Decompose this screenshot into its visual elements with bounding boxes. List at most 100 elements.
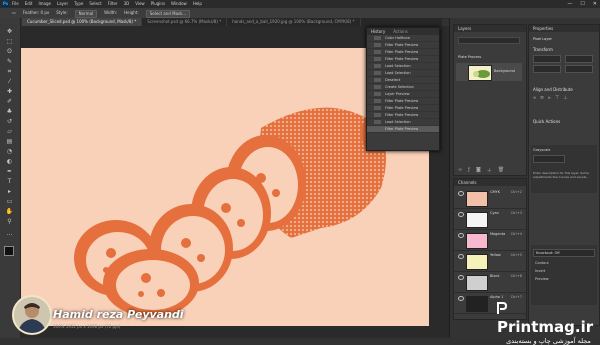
visibility-eye-icon[interactable] xyxy=(458,275,464,280)
marquee-tool-icon[interactable]: ▭ xyxy=(12,10,16,18)
height-field[interactable] xyxy=(565,55,593,63)
maximize-icon[interactable]: ☐ xyxy=(580,1,584,7)
fx-icon[interactable]: ƒ xyxy=(468,167,470,174)
channel-row[interactable]: Black Ctrl+6 xyxy=(454,272,526,293)
foreground-color-swatch[interactable] xyxy=(4,246,14,256)
align-center-icon[interactable]: ≡ xyxy=(540,95,544,101)
feather-field[interactable]: Feather: 0 px xyxy=(23,10,49,18)
y-field[interactable] xyxy=(565,65,593,73)
style-select[interactable]: Normal xyxy=(74,10,98,18)
healing-brush-icon[interactable]: ✚ xyxy=(5,88,14,95)
pen-tool-icon[interactable]: ✒ xyxy=(5,168,14,175)
section-align[interactable]: Align and Distribute xyxy=(533,87,573,92)
channel-row[interactable]: Magenta Ctrl+4 xyxy=(454,230,526,251)
menu-image[interactable]: Image xyxy=(38,1,51,7)
visibility-eye-icon[interactable] xyxy=(458,233,464,238)
history-state[interactable]: Create Selection xyxy=(367,84,439,91)
menu-filter[interactable]: Filter xyxy=(108,1,118,7)
toggle-invert[interactable]: Invert xyxy=(535,269,545,273)
history-state[interactable]: Filter Plate Preview xyxy=(367,98,439,105)
gradient-tool-icon[interactable]: ▤ xyxy=(5,138,14,145)
history-state[interactable]: Filter Plate Preview xyxy=(367,49,439,56)
channel-properties-box: Grayscale Enter description for this lay… xyxy=(531,145,597,193)
align-buttons: ⫷ ≡ ⫸ ⊤ ⊥ xyxy=(533,95,568,101)
x-field[interactable] xyxy=(533,65,561,73)
history-state[interactable]: Deselect xyxy=(367,77,439,84)
close-icon[interactable]: ✕ xyxy=(593,1,597,7)
history-state[interactable]: Filter Plate Preview xyxy=(367,42,439,49)
blur-tool-icon[interactable]: ◔ xyxy=(5,148,14,155)
layer-row[interactable]: Background xyxy=(456,63,522,81)
history-state[interactable]: Layer Preview xyxy=(367,91,439,98)
more-tools-icon[interactable]: … xyxy=(5,230,14,237)
history-state[interactable]: Filter Plate Preview xyxy=(367,112,439,119)
type-tool-icon[interactable]: T xyxy=(5,178,14,185)
menu-bar: Ps File Edit Image Layer Type Select Filter 3D V… xyxy=(0,0,600,8)
visibility-eye-icon[interactable] xyxy=(458,296,464,301)
toggle-contour[interactable]: Contour xyxy=(535,261,549,265)
channel-dropdown[interactable] xyxy=(533,155,565,163)
doc-type-label: Pixel Layer xyxy=(533,37,552,41)
history-state[interactable]: Load Selection xyxy=(367,63,439,70)
marquee-tool-icon[interactable]: ⬚ xyxy=(5,38,14,45)
link-icon[interactable]: ∞ xyxy=(458,167,462,174)
path-select-icon[interactable]: ▸ xyxy=(5,188,14,195)
shape-tool-icon[interactable]: ▭ xyxy=(5,198,14,205)
tab-cucumber[interactable]: Cucumber_Sliced.psd @ 100% (Background, … xyxy=(22,18,143,26)
section-transform[interactable]: Transform xyxy=(533,47,553,52)
crop-tool-icon[interactable]: ⌗ xyxy=(5,68,14,75)
menu-layer[interactable]: Layer xyxy=(57,1,68,7)
menu-plugins[interactable]: Plugins xyxy=(151,1,165,7)
channel-row[interactable]: CMYK Ctrl+2 xyxy=(454,188,526,209)
visibility-eye-icon[interactable] xyxy=(458,191,464,196)
layer-filter-bar[interactable] xyxy=(458,37,520,44)
channel-row[interactable]: Cyan Ctrl+3 xyxy=(454,209,526,230)
align-top-icon[interactable]: ⊤ xyxy=(555,95,559,101)
menu-window[interactable]: Window xyxy=(171,1,187,7)
history-state[interactable]: Load Selection xyxy=(367,119,439,126)
menu-help[interactable]: Help xyxy=(193,1,202,7)
visibility-eye-icon[interactable] xyxy=(458,254,464,259)
hand-tool-icon[interactable]: ✋ xyxy=(5,208,14,215)
menu-file[interactable]: File xyxy=(12,1,19,7)
select-and-mask-button[interactable]: Select and Mask... xyxy=(145,10,191,18)
eraser-tool-icon[interactable]: ▱ xyxy=(5,128,14,135)
history-state[interactable]: Color Halftone xyxy=(367,35,439,42)
knockout-select[interactable]: Knockout: Off xyxy=(533,249,595,257)
eyedropper-icon[interactable]: ⁄ xyxy=(5,78,14,85)
menu-3d[interactable]: 3D xyxy=(124,1,130,7)
mask-icon[interactable]: ◙ xyxy=(476,167,481,174)
quick-select-icon[interactable]: ✎ xyxy=(5,58,14,65)
visibility-eye-icon[interactable] xyxy=(458,212,464,217)
zoom-tool-icon[interactable]: ⚲ xyxy=(5,218,14,225)
history-state[interactable]: Filter Plate Preview xyxy=(367,105,439,112)
menu-edit[interactable]: Edit xyxy=(25,1,33,7)
channel-row[interactable]: Yellow Ctrl+5 xyxy=(454,251,526,272)
move-tool-icon[interactable]: ✥ xyxy=(5,28,14,35)
tab-history[interactable]: History xyxy=(371,28,385,35)
menu-view[interactable]: View xyxy=(135,1,145,7)
tab-screenshot[interactable]: Screenshot.psd @ 66.7% (Masks/8) * xyxy=(142,18,228,26)
history-state[interactable]: Filter Plate Preview xyxy=(367,56,439,63)
brush-tool-icon[interactable]: ✐ xyxy=(5,98,14,105)
tab-hands[interactable]: hands_and_a_ball_1920.jpg @ 100% (Backgr… xyxy=(227,18,361,26)
toggle-preview[interactable]: Preview xyxy=(535,277,549,281)
new-layer-icon[interactable]: ＋ xyxy=(487,167,492,174)
menu-select[interactable]: Select xyxy=(89,1,101,7)
dodge-tool-icon[interactable]: ◐ xyxy=(5,158,14,165)
align-right-icon[interactable]: ⫸ xyxy=(548,95,551,101)
align-bottom-icon[interactable]: ⊥ xyxy=(563,95,567,101)
trash-icon[interactable]: 🗑 xyxy=(498,167,504,174)
section-quick-actions[interactable]: Quick Actions xyxy=(533,119,560,124)
lasso-tool-icon[interactable]: ʘ xyxy=(5,48,14,55)
tab-actions[interactable]: Actions xyxy=(393,28,408,35)
history-state[interactable]: Load Selection xyxy=(367,70,439,77)
minimize-icon[interactable]: — xyxy=(567,1,572,7)
menu-type[interactable]: Type xyxy=(74,1,83,7)
panels-dock: Layers Plate Process Background ∞ ƒ ◙ ＋ … xyxy=(449,18,600,338)
history-brush-icon[interactable]: ↺ xyxy=(5,118,14,125)
history-state[interactable]: Filter Plate Preview xyxy=(367,126,439,133)
width-field[interactable] xyxy=(533,55,561,63)
align-left-icon[interactable]: ⫷ xyxy=(533,95,536,101)
clone-stamp-icon[interactable]: ♣ xyxy=(5,108,14,115)
